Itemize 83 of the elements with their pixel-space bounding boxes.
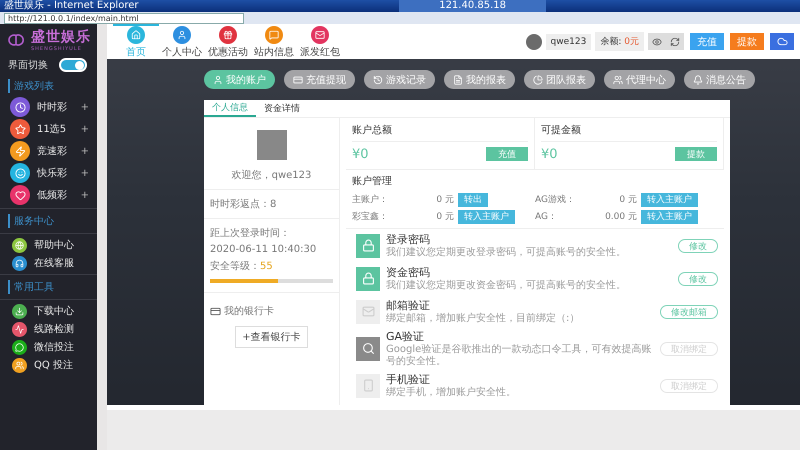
last-login-time: 2020-06-11 10:40:30 — [210, 244, 318, 255]
transfer-button[interactable]: 转出 — [458, 192, 488, 206]
card-tab[interactable]: 资金详情 — [256, 100, 308, 117]
photo-placeholder — [256, 130, 286, 160]
cloud-button[interactable] — [770, 33, 794, 50]
security-description: Google验证是谷歌推出的一款动态口令工具，可有效提高账号的安全性。 — [386, 344, 652, 368]
account-amount: 0.00 元 — [604, 211, 637, 223]
refresh-icon[interactable] — [666, 33, 684, 50]
security-level: 安全等级：55 — [210, 260, 274, 273]
security-button[interactable]: 修改 — [678, 272, 718, 286]
account-name: AG： — [535, 211, 558, 223]
sidebar-item[interactable]: QQ 投注 — [0, 356, 97, 374]
management-title: 账户管理 — [351, 174, 393, 189]
balance-button[interactable]: 充值 — [486, 147, 528, 161]
security-description: 我们建议您定期更改登录密码，可提高账号的安全性。 — [386, 247, 627, 259]
card-icon — [210, 306, 221, 316]
section-title: 常用工具 — [8, 280, 97, 294]
balance-title: 可提金额 — [541, 121, 717, 142]
transfer-button[interactable]: 转入主账户 — [458, 210, 515, 224]
security-button[interactable]: 修改邮箱 — [660, 304, 718, 318]
security-button[interactable]: 修改 — [678, 238, 718, 252]
view-bank-button[interactable]: +查看银行卡 — [235, 326, 308, 348]
switch-label: 界面切换 — [8, 58, 48, 72]
username: qwe123 — [546, 34, 592, 50]
card-tab[interactable]: 个人信息 — [204, 100, 256, 117]
nav-tab[interactable]: 优惠活动 — [205, 24, 251, 59]
account-amount: 0 元 — [435, 194, 454, 206]
sidebar-item[interactable]: 微信投注 — [0, 338, 97, 356]
nav-tab[interactable]: 派发红包 — [297, 24, 343, 59]
menu-pill[interactable]: 代理中心 — [604, 70, 675, 89]
security-description: 我们建议您定期更改资金密码，可提高账号的安全性。 — [386, 280, 627, 292]
menu-pill[interactable]: 充值提现 — [284, 70, 355, 89]
account-amount: 0 元 — [435, 211, 454, 223]
theme-switch[interactable] — [59, 58, 87, 72]
rebate-text: 时时彩返点：8 — [210, 198, 278, 211]
top-button[interactable]: 提款 — [730, 33, 764, 50]
remote-desktop-title: 121.40.85.18 — [399, 0, 546, 12]
eye-icon[interactable] — [648, 33, 666, 50]
menu-pill[interactable]: 游戏记录 — [364, 70, 435, 89]
security-description: 绑定手机，增加账户安全性。 — [386, 387, 517, 399]
sidebar-item[interactable]: 在线客服 — [0, 254, 97, 272]
account-name: 彩宝鑫： — [352, 210, 389, 223]
top-button[interactable]: 充值 — [690, 33, 724, 50]
menu-pill[interactable]: 消息公告 — [684, 70, 755, 89]
logo-text: 盛世娱乐 — [31, 28, 91, 46]
avatar — [526, 34, 542, 50]
nav-tab[interactable]: 个人中心 — [159, 24, 205, 59]
sidebar-item[interactable]: 帮助中心 — [0, 236, 97, 254]
security-title: GA验证 — [386, 329, 426, 344]
welcome-text: 欢迎您，qwe123 — [230, 168, 312, 182]
account-name: AG游戏： — [535, 194, 576, 206]
transfer-button[interactable]: 转入主账户 — [641, 210, 698, 224]
sidebar-item[interactable]: 时时彩 + — [0, 96, 97, 118]
balance: 余额: 0元 — [595, 32, 644, 51]
menu-pill[interactable]: 团队报表 — [524, 70, 595, 89]
sidebar-item[interactable]: 下载中心 — [0, 302, 97, 320]
balance-amount: ¥0 — [541, 146, 558, 162]
balance-title: 账户总额 — [352, 121, 528, 142]
menu-pill[interactable]: 我的报表 — [444, 70, 515, 89]
sidebar-item[interactable]: 线路检测 — [0, 320, 97, 338]
account-amount: 0 元 — [618, 194, 637, 206]
security-title: 资金密码 — [386, 265, 431, 280]
security-title: 登录密码 — [386, 232, 431, 246]
sidebar-item[interactable]: 11选5 + — [0, 118, 97, 140]
security-title: 邮箱验证 — [386, 298, 431, 312]
nav-tab[interactable]: 站内信息 — [251, 24, 297, 59]
balance-amount: ¥0 — [352, 146, 369, 162]
last-login-label: 距上次登录时间： — [210, 226, 291, 240]
account-name: 主账户： — [352, 194, 389, 206]
section-title: 服务中心 — [8, 214, 97, 228]
security-title: 手机验证 — [386, 372, 431, 386]
balance-button[interactable]: 提款 — [675, 147, 717, 161]
bank-title: 我的银行卡 — [224, 304, 274, 318]
cloud-icon — [776, 36, 788, 47]
sidebar-item[interactable]: 快乐彩 + — [0, 162, 97, 184]
address-field[interactable]: http://121.0.0.1/index/main.html — [4, 12, 244, 24]
security-description: 绑定邮箱，增加账户安全性，目前绑定（:） — [386, 313, 580, 325]
browser-title: 盛世娱乐 - Internet Explorer — [4, 0, 138, 12]
sidebar-item[interactable]: 低频彩 + — [0, 184, 97, 206]
menu-pill[interactable]: 我的账户 — [204, 70, 275, 89]
section-title: 游戏列表 — [8, 79, 97, 93]
transfer-button[interactable]: 转入主账户 — [641, 192, 698, 206]
sidebar-item[interactable]: 竞速彩 + — [0, 140, 97, 162]
